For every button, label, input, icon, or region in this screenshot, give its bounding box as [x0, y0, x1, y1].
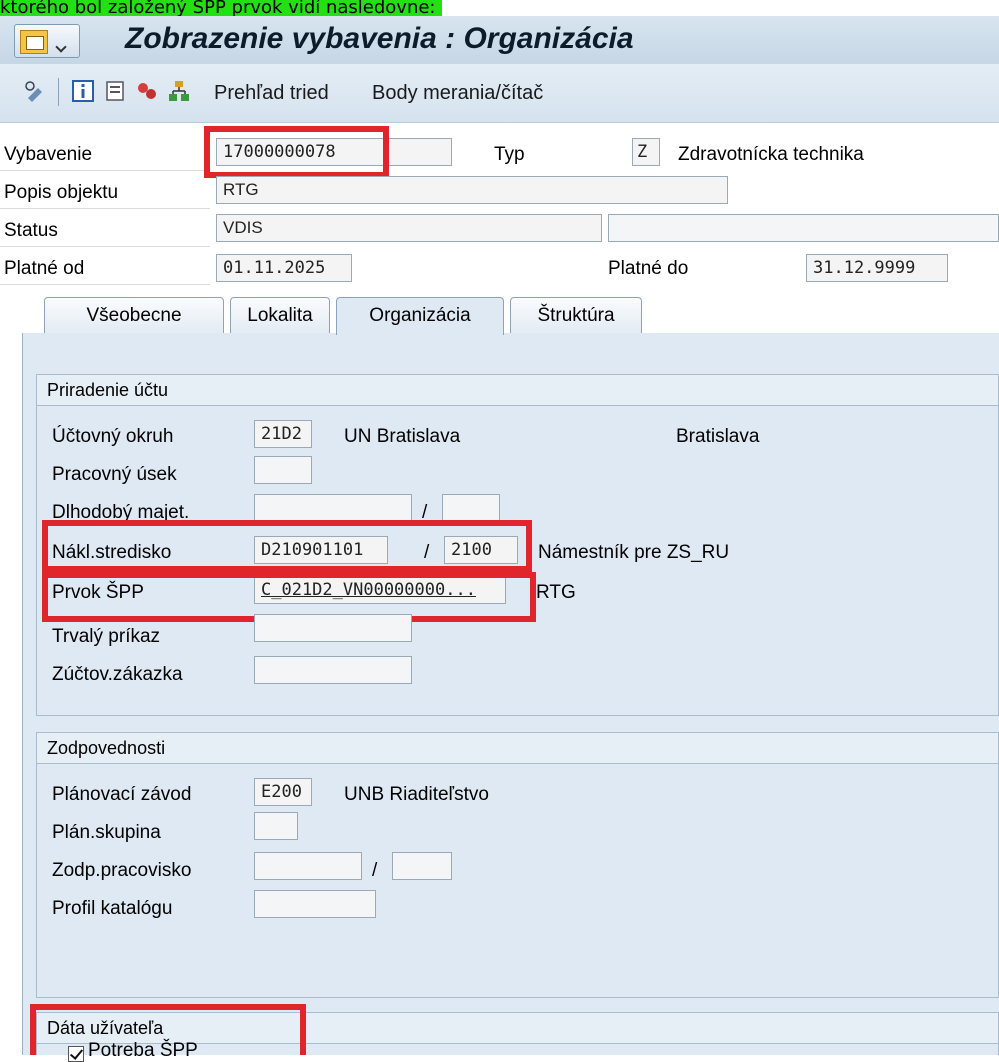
planning-plant-text: UNB Riaditeľstvo — [344, 784, 489, 805]
status-label: Status — [4, 220, 58, 241]
menu-icon — [20, 30, 48, 54]
catalog-profile-label: Profil katalógu — [52, 898, 173, 919]
toolbar-separator — [58, 78, 59, 106]
cost-center-text: Námestník pre ZS_RU — [538, 542, 730, 563]
standing-order-label: Trvalý príkaz — [52, 626, 161, 647]
type-label: Typ — [494, 144, 525, 165]
classification-icon[interactable] — [136, 80, 158, 102]
type-field[interactable]: Z — [632, 138, 660, 166]
planning-plant-label: Plánovací závod — [52, 784, 192, 805]
company-code-city: Bratislava — [676, 426, 760, 447]
info-icon[interactable] — [72, 80, 94, 102]
group-title: Priradenie účtu — [37, 375, 998, 406]
settlement-order-field[interactable] — [254, 656, 412, 684]
wbs-element-text: RTG — [536, 582, 576, 603]
highlight-box — [42, 520, 532, 572]
business-area-field[interactable] — [254, 456, 312, 484]
type-description: Zdravotnícka technika — [678, 144, 864, 165]
work-center-field[interactable] — [254, 852, 362, 880]
tab-location[interactable]: Lokalita — [230, 297, 330, 333]
company-code-field[interactable]: 21D2 — [254, 420, 312, 448]
standing-order-field[interactable] — [254, 614, 412, 642]
tab-organization[interactable]: Organizácia — [336, 297, 504, 335]
chevron-down-icon — [55, 41, 67, 53]
equipment-label: Vybavenie — [4, 144, 93, 165]
work-center-label: Zodp.pracovisko — [52, 860, 192, 881]
business-area-label: Pracovný úsek — [52, 464, 177, 485]
asset-subnumber-field[interactable] — [442, 494, 500, 522]
status-field[interactable]: VDIS — [216, 214, 602, 242]
planning-plant-field[interactable]: E200 — [254, 778, 312, 806]
valid-to-field[interactable]: 31.12.9999 — [806, 254, 948, 282]
valid-to-label: Platné do — [608, 258, 689, 279]
display-change-icon[interactable] — [24, 80, 46, 102]
description-field[interactable]: RTG — [216, 176, 728, 204]
asset-field[interactable] — [254, 494, 412, 522]
document-icon[interactable] — [104, 80, 126, 102]
tab-structure[interactable]: Štruktúra — [510, 297, 642, 333]
system-menu-button[interactable] — [14, 24, 80, 58]
company-code-label: Účtovný okruh — [52, 426, 174, 447]
class-overview-button[interactable]: Prehľad tried — [214, 82, 329, 105]
work-center-plant-field[interactable] — [392, 852, 452, 880]
valid-from-field[interactable]: 01.11.2025 — [216, 254, 352, 282]
tab-general[interactable]: Všeobecne — [44, 297, 224, 333]
status-extra-field[interactable] — [608, 214, 999, 242]
highlighted-caption: ktorého bol založený ŠPP prvok vidí nasl… — [0, 0, 442, 16]
planner-group-field[interactable] — [254, 812, 298, 840]
valid-from-label: Platné od — [4, 258, 85, 279]
highlight-box — [204, 126, 389, 178]
work-center-separator: / — [372, 860, 378, 881]
window-title: Zobrazenie vybavenia : Organizácia — [125, 22, 634, 55]
hierarchy-icon[interactable] — [168, 80, 190, 102]
settlement-order-label: Zúčtov.zákazka — [52, 664, 183, 685]
measuring-points-button[interactable]: Body merania/čítač — [372, 82, 543, 105]
catalog-profile-field[interactable] — [254, 890, 376, 918]
description-label: Popis objektu — [4, 182, 119, 203]
planner-group-label: Plán.skupina — [52, 822, 161, 843]
group-title: Zodpovednosti — [37, 733, 998, 764]
company-code-text: UN Bratislava — [344, 426, 461, 447]
highlight-box — [30, 1004, 306, 1055]
